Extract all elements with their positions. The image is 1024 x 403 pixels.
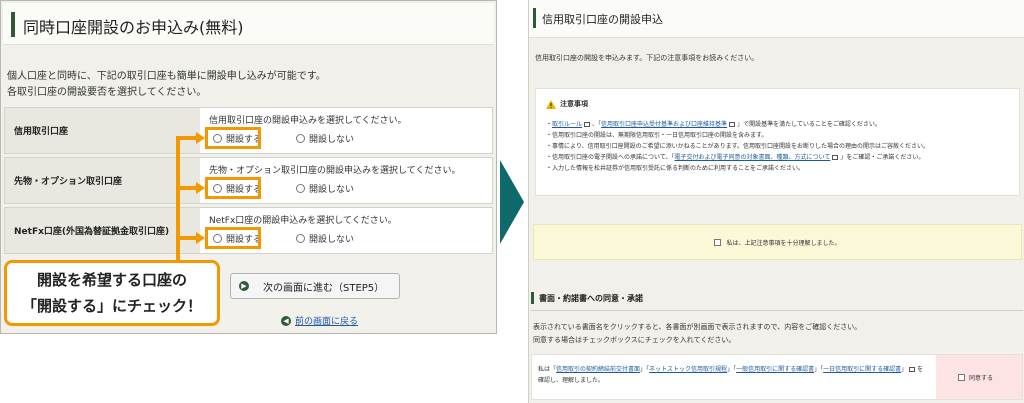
notice-text: ・信用取引口座の電子開設への承諾について、「	[546, 154, 675, 161]
document-consent-row: 私は「信用取引の契約締結前交付書面」「ネットストック信用取引規程」「一般信用取引…	[531, 354, 1023, 400]
document-consent-cell[interactable]: 同意する	[936, 355, 1022, 399]
section-heading-text: 書面・約諾書への同意・承諾	[539, 293, 643, 303]
notice-item: ・信用取引口座の電子開設への承諾について、「電子交付および電子同意の対象書面、種…	[546, 152, 929, 163]
radio-label: 開設しない	[309, 185, 355, 195]
arrow-right-icon	[196, 182, 205, 194]
notice-heading-text: 注意事項	[560, 100, 588, 108]
notice-box: 注意事項 ・取引ルール 、「信用取引口座申込受付基準および口座維持基準 」で開設基準…	[535, 88, 1020, 196]
account-criteria-link[interactable]: 信用取引口座申込受付基準および口座維持基準	[601, 121, 727, 128]
trading-rules-link[interactable]: 取引ルール	[552, 121, 582, 128]
connector-line	[176, 236, 198, 240]
doc-text: 私は「	[538, 366, 557, 373]
notice-text: 、「	[592, 121, 602, 128]
highlight-box	[205, 177, 261, 199]
notice-text: ・信用取引口座の開設は、無期限信用取引・一日信用取引口座の開設を含みます。	[546, 132, 768, 139]
account-name: 信用取引口座	[5, 108, 200, 153]
section-intro-line-2: 同意する場合はチェックボックスにチェックを入れてください。	[533, 336, 736, 344]
doc-link-pre-contract[interactable]: 信用取引の契約締結前交付書面	[556, 366, 640, 373]
notice-agree-label: 私は、上記注意事項を十分理解しました。	[726, 239, 841, 247]
joint-account-panel: 同時口座開設のお申込み(無料) 個人口座と同時に、下記の取引口座も簡単に開設申し…	[0, 0, 497, 334]
arrow-right-icon	[196, 132, 205, 144]
account-name: 先物・オプション取引口座	[5, 158, 200, 203]
callout-line-2: 「開設する」にチェック！	[21, 297, 202, 315]
notice-agree-row[interactable]: 私は、上記注意事項を十分理解しました。	[533, 224, 1022, 260]
account-message: NetFx口座の開設申込みを選択してください。	[209, 216, 397, 226]
back-link-label[interactable]: 前の画面に戻る	[295, 314, 358, 327]
callout-line-1: 開設を希望する口座の	[36, 271, 187, 289]
account-message: 先物・オプション取引口座の開設申込みを選択してください。	[209, 166, 461, 176]
notice-item: ・取引ルール 、「信用取引口座申込受付基準および口座維持基準 」で開設基準を満たして…	[546, 119, 929, 130]
intro-line-1: 個人口座と同時に、下記の取引口座も簡単に開設申し込みが可能です。	[7, 71, 326, 82]
external-link-icon	[729, 122, 736, 127]
external-link-icon	[832, 155, 839, 160]
doc-link-general-confirmation[interactable]: 一般信用取引に関する確認書	[736, 366, 814, 373]
margin-account-panel: 信用取引口座の開設申込 信用取引口座の開設を申込みます。下記の注意事項をお読みく…	[528, 0, 1024, 403]
notice-list: ・取引ルール 、「信用取引口座申込受付基準および口座維持基準 」で開設基準を満たして…	[546, 119, 929, 174]
consent-label: 同意する	[969, 374, 994, 382]
section-accent-bar	[531, 292, 534, 304]
consent-checkbox[interactable]	[958, 373, 965, 381]
instruction-callout: 開設を希望する口座の 「開設する」にチェック！	[4, 260, 220, 326]
radio-label: 開設しない	[309, 235, 355, 245]
radio-no-netfx[interactable]: 開設しない	[296, 232, 354, 245]
notice-agree-checkbox[interactable]	[714, 238, 722, 246]
account-message: 信用取引口座の開設申込みを選択してください。	[209, 116, 407, 126]
notice-item: ・入力した情報を松井証券が信用取引受託に係る判断のために利用することをご承諾くだ…	[546, 163, 929, 174]
panel-header: 同時口座開設のお申込み(無料)	[3, 3, 494, 45]
radio-no-margin[interactable]: 開設しない	[296, 132, 354, 145]
page-title: 同時口座開設のお申込み(無料)	[23, 18, 244, 37]
account-name: NetFx口座(外国為替証拠金取引口座)	[5, 208, 200, 253]
electronic-delivery-link[interactable]: 電子交付および電子同意の対象書面、種類、方式について	[675, 154, 831, 161]
radio-circle-icon[interactable]	[296, 234, 305, 243]
document-consent-text: 私は「信用取引の契約締結前交付書面」「ネットストック信用取引規程」「一般信用取引…	[538, 366, 924, 384]
back-arrow-circle-icon: ◀	[281, 315, 291, 326]
radio-no-futures[interactable]: 開設しない	[296, 182, 354, 195]
notice-text: ・事情により、信用取引口座開設のご希望に添いかねることがあります。信用取引口座開…	[546, 143, 930, 150]
highlight-box	[205, 227, 261, 249]
connector-line	[176, 136, 180, 261]
radio-circle-icon[interactable]	[296, 184, 305, 193]
next-step-button[interactable]: ▶ 次の画面に進む（STEP5）	[230, 273, 400, 299]
arrow-right-icon	[196, 232, 205, 244]
transition-arrow-icon	[500, 160, 524, 244]
notice-item: ・事情により、信用取引口座開設のご希望に添いかねることがあります。信用取引口座開…	[546, 141, 929, 152]
doc-link-daily-confirmation[interactable]: 一日信用取引に関する確認書	[823, 366, 901, 373]
page-title: 信用取引口座の開設申込	[542, 13, 663, 26]
notice-heading: 注意事項	[546, 99, 588, 109]
radio-circle-icon[interactable]	[296, 134, 305, 143]
panel-header: 信用取引口座の開設申込	[529, 0, 1024, 38]
section-intro-line-1: 表示されている書面名をクリックすると、各書面が別画面で表示されますので、内容をご…	[533, 323, 862, 331]
next-step-label: 次の画面に進む（STEP5）	[263, 282, 385, 294]
radio-label: 開設しない	[309, 135, 355, 145]
highlight-box	[205, 127, 261, 149]
connector-line	[176, 186, 198, 190]
title-accent-bar	[533, 8, 536, 28]
notice-text: ・入力した情報を松井証券が信用取引受託に係る判断のために利用することをご承諾くだ…	[546, 165, 805, 172]
intro-line-2: 各取引口座の開設要否を選択してください。	[7, 87, 207, 98]
notice-text: 」で開設基準を満たしていることをご確認ください。	[737, 121, 881, 128]
connector-line	[176, 136, 198, 140]
section-heading: 書面・約諾書への同意・承諾	[531, 292, 643, 304]
arrow-circle-icon: ▶	[239, 281, 249, 291]
notice-item: ・信用取引口座の開設は、無期限信用取引・一日信用取引口座の開設を含みます。	[546, 130, 929, 141]
external-link-icon	[909, 367, 916, 372]
notice-text: 」をご確認・ご承諾ください。	[840, 154, 925, 161]
doc-link-netstock-rules[interactable]: ネットストック信用取引規程	[649, 366, 727, 373]
title-accent-bar	[11, 12, 15, 37]
back-link[interactable]: ◀ 前の画面に戻る	[281, 314, 358, 327]
page-intro: 信用取引口座の開設を申込みます。下記の注意事項をお読みください。	[535, 54, 759, 62]
tutorial-composite: 同時口座開設のお申込み(無料) 個人口座と同時に、下記の取引口座も簡単に開設申し…	[0, 0, 1024, 403]
section-divider	[531, 310, 1023, 311]
warning-icon	[546, 99, 556, 109]
external-link-icon	[584, 122, 591, 127]
